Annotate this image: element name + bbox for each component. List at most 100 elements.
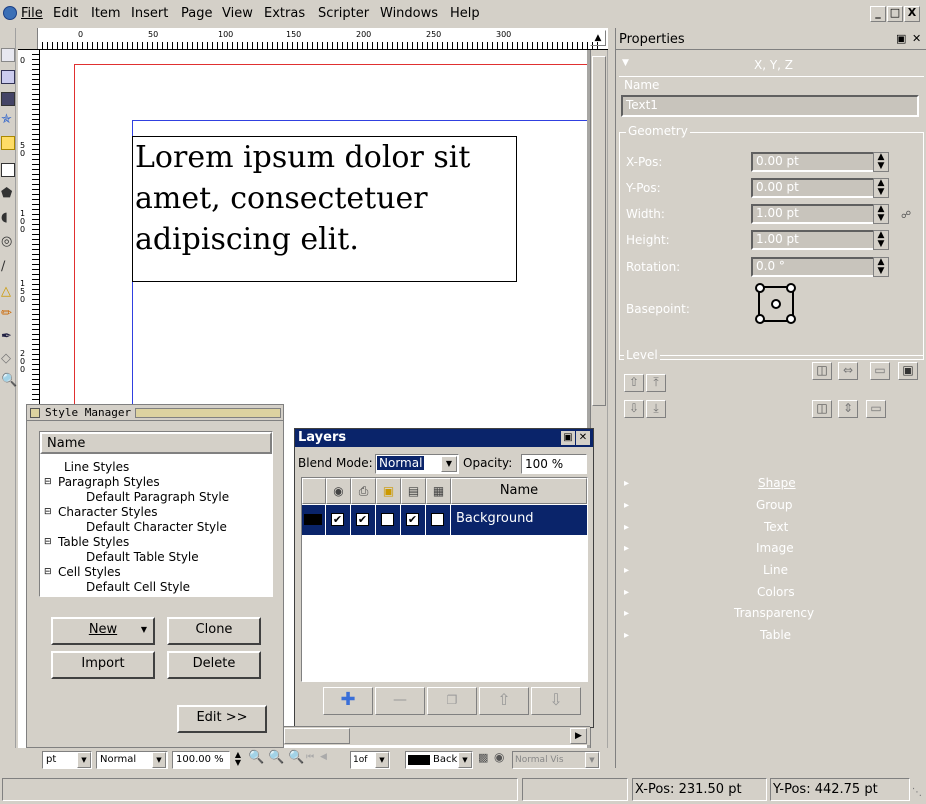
- rotate-icon[interactable]: ◇: [1, 352, 15, 367]
- image-frame-icon[interactable]: [1, 92, 15, 106]
- bezier-icon[interactable]: △: [1, 285, 15, 300]
- visible-eye-icon[interactable]: ◉: [326, 478, 351, 504]
- tree-item[interactable]: Default Paragraph Style: [44, 490, 272, 505]
- tree-item[interactable]: Line Styles: [44, 460, 272, 475]
- blend-mode-select[interactable]: Normal ▼: [375, 454, 459, 474]
- section-line[interactable]: Line: [763, 563, 788, 577]
- float-icon[interactable]: ▣: [561, 431, 575, 445]
- zoom-field[interactable]: 100.00 %: [172, 751, 230, 769]
- collapse-box-icon[interactable]: ⊟: [44, 507, 52, 517]
- close-button[interactable]: X: [904, 6, 920, 22]
- no-print-icon[interactable]: ◫: [812, 400, 832, 418]
- xyz-section-label[interactable]: X, Y, Z: [754, 58, 793, 72]
- preview-mode-select[interactable]: Normal ▼: [96, 751, 168, 769]
- section-shape[interactable]: Shape: [758, 476, 796, 490]
- section-transparency[interactable]: Transparency: [734, 606, 814, 620]
- opacity-field[interactable]: 100 %: [521, 454, 587, 474]
- xpos-field[interactable]: 0.00 pt: [751, 152, 876, 172]
- freehand-icon[interactable]: ✏: [1, 307, 15, 322]
- lower-layer-icon[interactable]: ⇩: [531, 687, 581, 715]
- layer-color-swatch[interactable]: [304, 514, 322, 525]
- color-col-header[interactable]: [302, 478, 326, 504]
- import-button[interactable]: Import: [51, 651, 155, 679]
- printable-checkbox[interactable]: ✔: [356, 513, 369, 526]
- render-frame-icon[interactable]: ✯: [1, 113, 15, 128]
- menu-file[interactable]: File: [21, 6, 43, 21]
- menu-windows[interactable]: Windows: [380, 6, 438, 21]
- shape-icon[interactable]: [1, 163, 15, 177]
- select-tool-icon[interactable]: [1, 48, 15, 62]
- text-flow-icon[interactable]: ⇕: [838, 400, 858, 418]
- basepoint-top-right[interactable]: [786, 283, 796, 293]
- horizontal-scrollbar[interactable]: ▶: [284, 726, 590, 745]
- flow-icon[interactable]: ▤: [401, 478, 426, 504]
- unit-select[interactable]: pt ▼: [42, 751, 92, 769]
- float-icon[interactable]: ▣: [896, 32, 906, 45]
- menu-help[interactable]: Help: [450, 6, 480, 21]
- layer-select[interactable]: Back ▼: [405, 751, 473, 769]
- basepoint-top-left[interactable]: [755, 283, 765, 293]
- scrollbar-thumb[interactable]: [592, 56, 606, 406]
- text-frame[interactable]: Lorem ipsum dolor sit amet, consectetuer…: [132, 136, 517, 282]
- level-top-icon[interactable]: ⤒: [646, 374, 666, 392]
- collapse-icon[interactable]: ▼: [622, 58, 629, 68]
- menu-item[interactable]: Item: [91, 6, 121, 21]
- dropdown-arrow-icon[interactable]: ▼: [441, 456, 457, 472]
- menu-view[interactable]: View: [222, 6, 253, 21]
- name-column-header[interactable]: Name: [451, 478, 587, 504]
- zoom-in-icon[interactable]: 🔍: [288, 750, 304, 765]
- color-management-icon[interactable]: ▩: [478, 751, 488, 764]
- prev-page-icon[interactable]: ◀: [320, 752, 327, 762]
- panel-close-icon[interactable]: ✕: [912, 32, 921, 45]
- new-button[interactable]: New ▼: [51, 617, 155, 645]
- layers-titlebar[interactable]: Layers ▣ ✕: [295, 429, 593, 447]
- lock-icon[interactable]: ▭: [870, 362, 890, 380]
- rotation-spinner[interactable]: ▲ ▼: [873, 257, 889, 277]
- ypos-field[interactable]: 0.00 pt: [751, 178, 876, 198]
- name-field[interactable]: Text1: [621, 95, 919, 117]
- column-header-name[interactable]: Name: [40, 432, 272, 454]
- zoom-actual-icon[interactable]: 🔍: [268, 750, 284, 765]
- width-field[interactable]: 1.00 pt: [751, 204, 876, 224]
- tree-item[interactable]: Default Cell Style: [44, 580, 272, 595]
- section-image[interactable]: Image: [756, 541, 794, 555]
- hscroll-thumb[interactable]: [284, 728, 350, 744]
- duplicate-layer-icon[interactable]: ❐: [427, 687, 477, 715]
- locked-checkbox[interactable]: [381, 513, 394, 526]
- height-spinner[interactable]: ▲ ▼: [873, 230, 889, 250]
- basepoint-center[interactable]: [771, 299, 781, 309]
- line-icon[interactable]: ∕: [1, 260, 15, 275]
- rotation-field[interactable]: 0.0 °: [751, 257, 876, 277]
- ypos-spinner[interactable]: ▲ ▼: [873, 178, 889, 198]
- level-raise-icon[interactable]: ⇧: [624, 374, 644, 392]
- style-manager-titlebar[interactable]: Style Manager: [27, 405, 283, 421]
- spiral-icon[interactable]: ◎: [1, 235, 15, 250]
- section-table[interactable]: Table: [760, 628, 791, 642]
- visual-mode-select[interactable]: Normal Vis ▼: [512, 751, 600, 769]
- section-colors[interactable]: Colors: [757, 585, 795, 599]
- menu-insert[interactable]: Insert: [131, 6, 168, 21]
- arc-icon[interactable]: ◖: [1, 211, 15, 226]
- level-lower-icon[interactable]: ⇩: [624, 400, 644, 418]
- remove-layer-icon[interactable]: —: [375, 687, 425, 715]
- collapse-box-icon[interactable]: ⊟: [44, 537, 52, 547]
- table-icon[interactable]: [1, 136, 15, 150]
- collapse-box-icon[interactable]: ⊟: [44, 477, 52, 487]
- add-layer-icon[interactable]: ✚: [323, 687, 373, 715]
- outline-icon[interactable]: ▦: [426, 478, 451, 504]
- raise-layer-icon[interactable]: ⇧: [479, 687, 529, 715]
- height-field[interactable]: 1.00 pt: [751, 230, 876, 250]
- tree-item[interactable]: Default Character Style: [44, 520, 272, 535]
- preview-eye-icon[interactable]: ◉: [494, 750, 504, 764]
- level-bottom-icon[interactable]: ⤓: [646, 400, 666, 418]
- tree-item[interactable]: Character Styles: [44, 505, 272, 520]
- menu-extras[interactable]: Extras: [264, 6, 305, 21]
- flip-horizontal-icon[interactable]: ◫: [812, 362, 832, 380]
- edit-icon[interactable]: ▭: [866, 400, 886, 418]
- scroll-right-icon[interactable]: ▶: [570, 728, 587, 744]
- scroll-up-button[interactable]: ▲: [590, 30, 606, 46]
- tree-item[interactable]: Cell Styles: [44, 565, 272, 580]
- minimize-button[interactable]: _: [870, 6, 886, 22]
- flow-checkbox[interactable]: ✔: [406, 513, 419, 526]
- layer-name[interactable]: Background: [456, 511, 534, 526]
